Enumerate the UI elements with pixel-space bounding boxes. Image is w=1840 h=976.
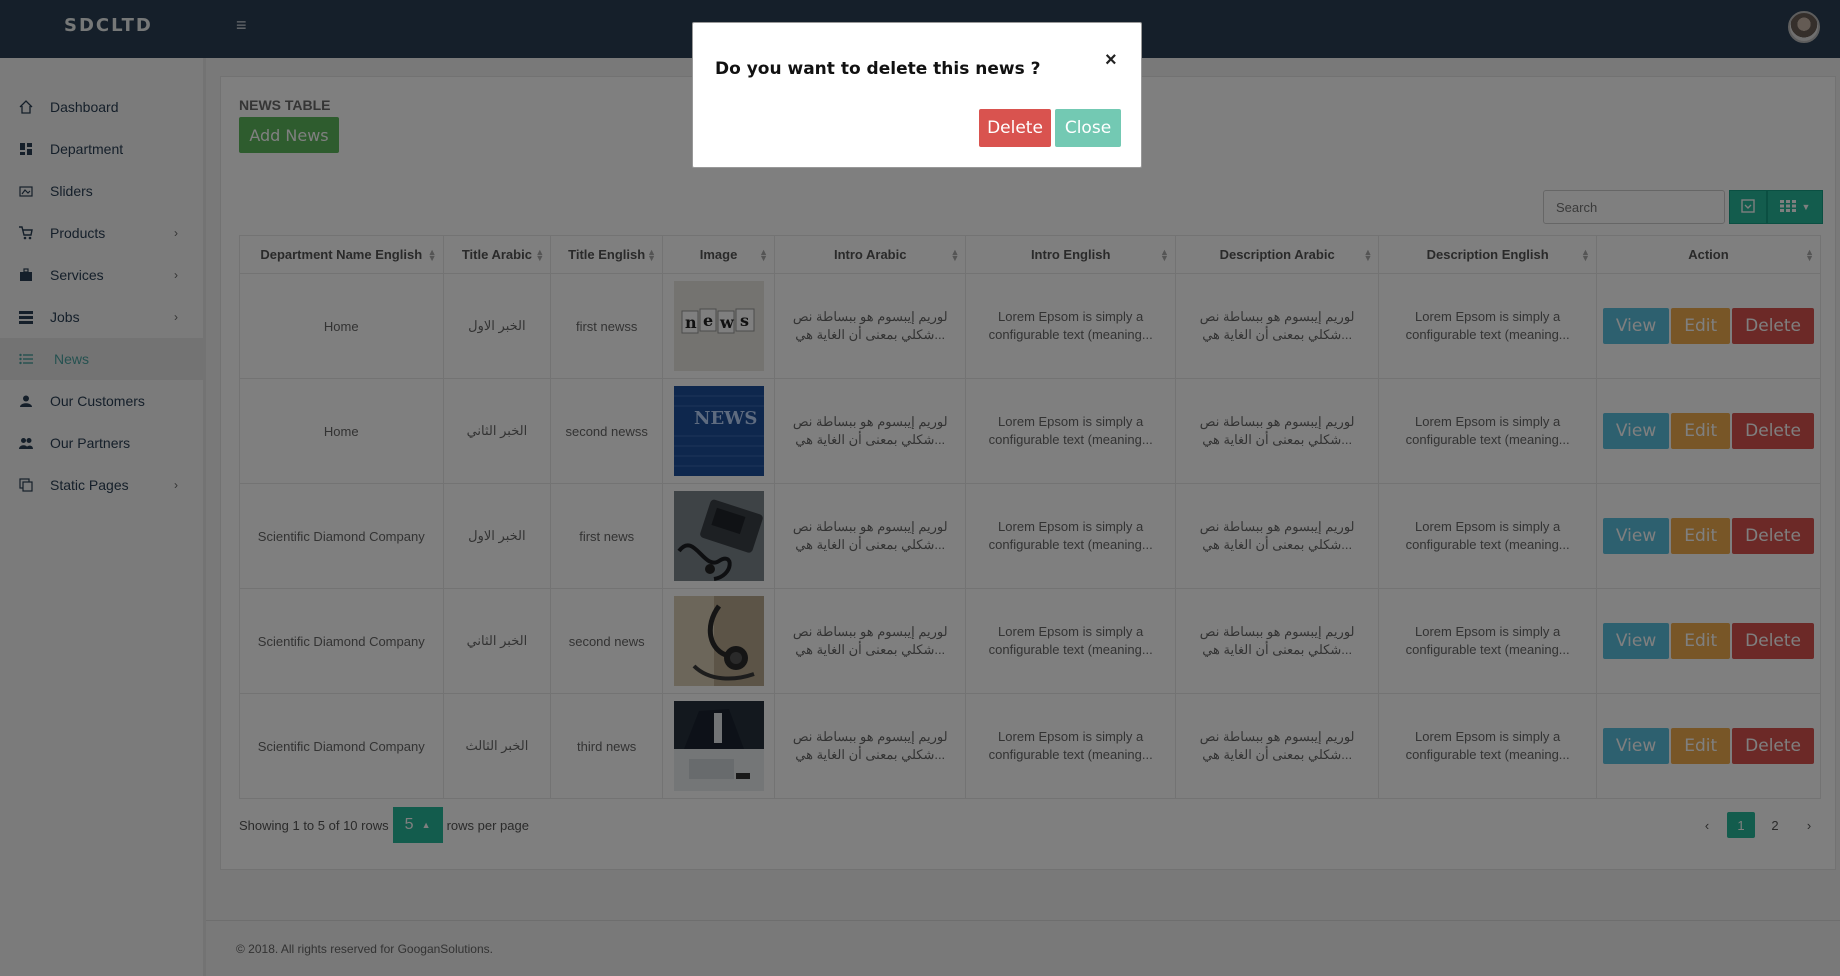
modal-title: Do you want to delete this news ? <box>715 59 1041 79</box>
modal-close-button[interactable]: Close <box>1055 109 1121 147</box>
delete-confirm-modal: Do you want to delete this news ? × Dele… <box>692 22 1142 168</box>
close-icon[interactable]: × <box>1105 49 1117 72</box>
modal-delete-button[interactable]: Delete <box>979 109 1051 147</box>
